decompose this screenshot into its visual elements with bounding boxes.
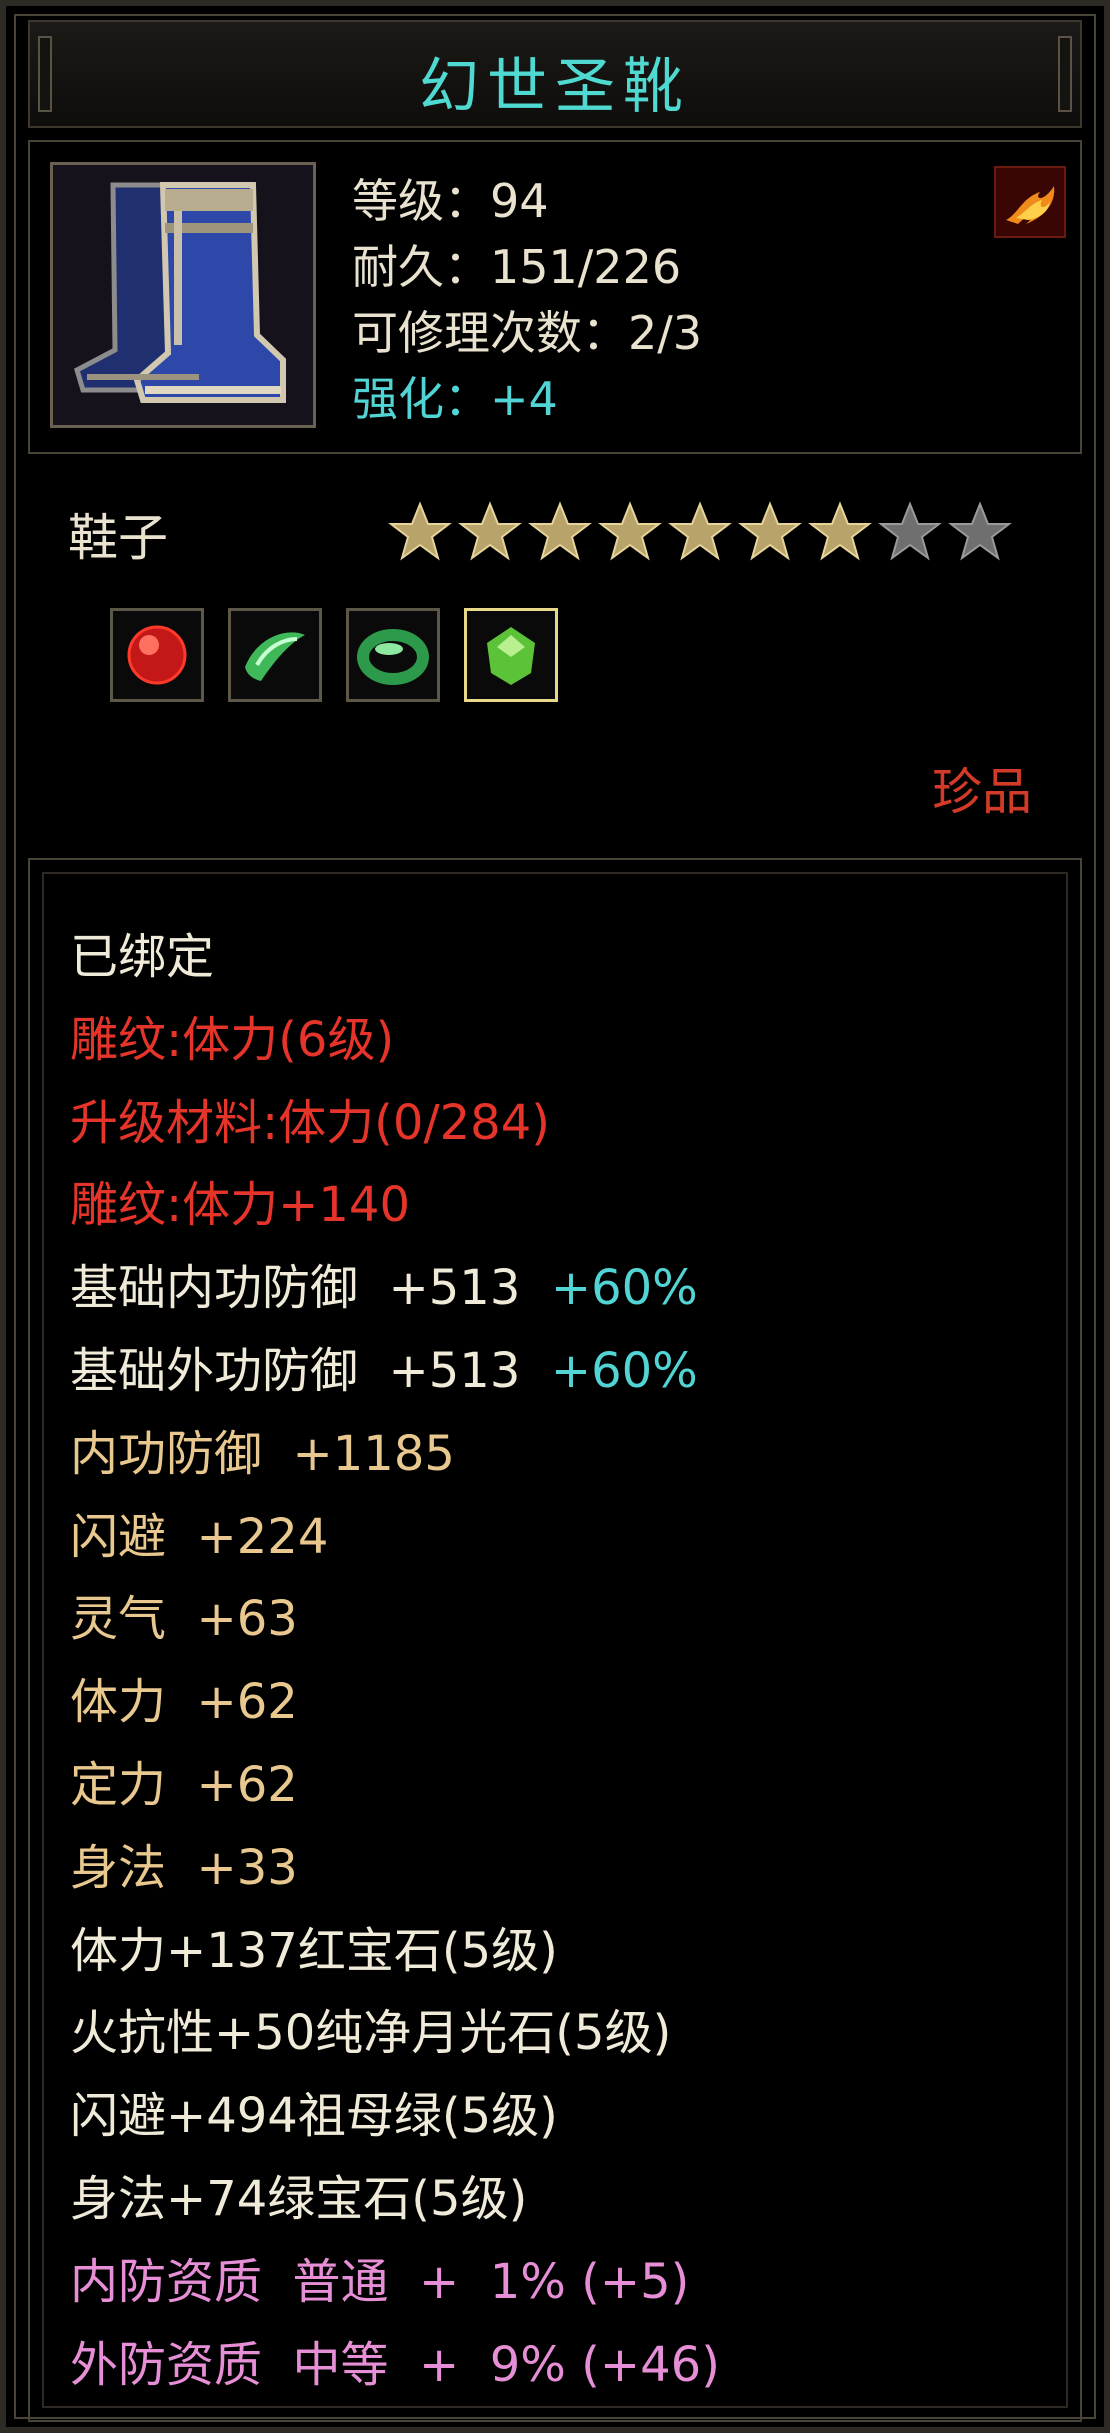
star-rating <box>388 500 1012 564</box>
attribute-line: 灵气 +63 <box>70 1578 720 1661</box>
ruby-gem-icon[interactable] <box>110 608 204 702</box>
blue-boots-icon <box>50 162 316 428</box>
attribute-bonus-percent: +60% <box>550 1342 698 1399</box>
attribute-line: 身法 +33 <box>70 1827 720 1910</box>
attribute-text: 升级材料:体力(0/284) <box>70 1094 550 1151</box>
attribute-text: 身法 +33 <box>70 1839 298 1896</box>
item-name: 幻世圣靴 <box>419 52 691 122</box>
attribute-text: 基础外功防御 +513 <box>70 1342 551 1399</box>
star-filled-icon <box>668 501 732 561</box>
emerald-ring-gem-icon[interactable] <box>346 608 440 702</box>
star-filled-icon <box>598 501 662 561</box>
star-filled-icon <box>458 501 522 561</box>
item-durability: 耐久：151/226 <box>352 240 682 294</box>
rarity-label: 珍品 <box>932 763 1032 821</box>
attribute-line: 体力 +62 <box>70 1661 720 1744</box>
fire-phoenix-icon <box>994 166 1066 238</box>
attribute-line: 体力+137红宝石(5级) <box>70 1910 720 1993</box>
star-empty-icon <box>948 501 1012 561</box>
attribute-text: 体力 +62 <box>70 1674 298 1731</box>
star-filled-icon <box>388 501 452 561</box>
attribute-bonus-percent: +60% <box>550 1260 698 1317</box>
item-type: 鞋子 <box>68 509 168 567</box>
attribute-line: 火抗性+50纯净月光石(5级) <box>70 1992 720 2075</box>
attribute-text: 体力+137红宝石(5级) <box>70 1922 558 1979</box>
attribute-line: 已绑定 <box>70 916 720 999</box>
attribute-line: 内功防御 +1185 <box>70 1413 720 1496</box>
gem-sockets <box>110 608 558 702</box>
star-filled-icon <box>528 501 592 561</box>
attribute-panel: 已绑定雕纹:体力(6级) 升级材料:体力(0/284) 雕纹:体力+140 基础内功防… <box>28 858 1082 2422</box>
attribute-line: 外防资质 中等 + 9% (+46) <box>70 2324 720 2407</box>
attribute-line: 身法+74绿宝石(5级) <box>70 2158 720 2241</box>
attribute-list: 已绑定雕纹:体力(6级) 升级材料:体力(0/284) 雕纹:体力+140 基础内功防… <box>70 916 720 2406</box>
attribute-line: 基础外功防御 +513 +60% <box>70 1330 720 1413</box>
attribute-line: 升级材料:体力(0/284) <box>70 1082 720 1165</box>
item-level: 等级：94 <box>352 174 549 228</box>
attribute-line: 内防资质 普通 + 1% (+5) <box>70 2241 720 2324</box>
attribute-text: 定力 +62 <box>70 1756 298 1813</box>
title-bar: 幻世圣靴 <box>28 20 1082 128</box>
attribute-text: 闪避 +224 <box>70 1508 329 1565</box>
attribute-text: 内功防御 +1185 <box>70 1425 455 1482</box>
star-filled-icon <box>738 501 802 561</box>
attribute-text: 闪避+494祖母绿(5级) <box>70 2088 558 2145</box>
attribute-line: 基础内功防御 +513 +60% <box>70 1247 720 1330</box>
attribute-line: 定力 +62 <box>70 1744 720 1827</box>
item-tooltip: 幻世圣靴 等级：94 耐久：151/226 可修理次数：2/3 强化：+4 鞋子… <box>0 0 1110 2433</box>
item-repair-count: 可修理次数：2/3 <box>352 306 703 360</box>
item-enhance: 强化：+4 <box>352 372 558 426</box>
attribute-text: 身法+74绿宝石(5级) <box>70 2170 528 2227</box>
attribute-line: 闪避+494祖母绿(5级) <box>70 2075 720 2158</box>
attribute-line: 闪避 +224 <box>70 1496 720 1579</box>
attribute-line: 雕纹:体力+140 <box>70 1164 720 1247</box>
attribute-text: 内防资质 普通 + 1% (+5) <box>70 2253 690 2310</box>
attribute-text: 外防资质 中等 + 9% (+46) <box>70 2336 720 2393</box>
attribute-text: 基础内功防御 +513 <box>70 1260 551 1317</box>
moonstone-gem-icon[interactable] <box>228 608 322 702</box>
star-empty-icon <box>878 501 942 561</box>
attribute-text: 雕纹:体力+140 <box>70 1177 411 1234</box>
attribute-text: 火抗性+50纯净月光石(5级) <box>70 2005 672 2062</box>
item-header: 等级：94 耐久：151/226 可修理次数：2/3 强化：+4 <box>28 140 1082 454</box>
attribute-text: 已绑定 <box>70 929 215 985</box>
attribute-text: 灵气 +63 <box>70 1591 298 1648</box>
star-filled-icon <box>808 501 872 561</box>
attribute-text: 雕纹:体力(6级) <box>70 1011 395 1068</box>
item-stats: 等级：94 耐久：151/226 可修理次数：2/3 强化：+4 <box>352 168 702 432</box>
attribute-line: 雕纹:体力(6级) <box>70 999 720 1082</box>
green-gem-icon[interactable] <box>464 608 558 702</box>
